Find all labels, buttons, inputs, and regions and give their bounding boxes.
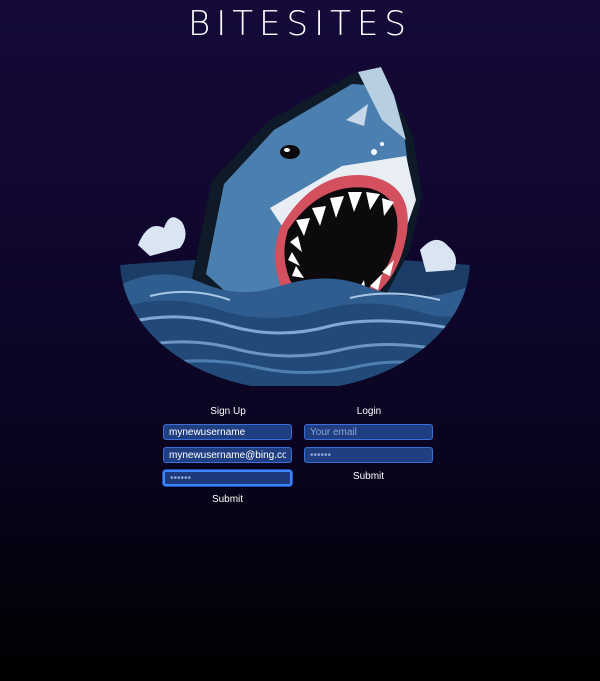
login-password-input[interactable]: [304, 447, 433, 463]
login-form: Login Submit: [304, 405, 434, 484]
shark-illustration-icon: [120, 66, 470, 386]
login-heading: Login: [356, 406, 382, 417]
signup-password-input[interactable]: [163, 470, 292, 486]
signup-username-input[interactable]: [163, 424, 292, 440]
signup-submit-button[interactable]: Submit: [163, 493, 292, 507]
hero-illustration: [120, 60, 470, 386]
login-submit-button[interactable]: Submit: [304, 470, 433, 484]
signup-heading: Sign Up: [210, 406, 246, 417]
site-title: BITESITES: [188, 4, 412, 44]
signup-form: Sign Up Submit: [163, 405, 293, 507]
signup-email-input[interactable]: [163, 447, 292, 463]
login-email-input[interactable]: [304, 424, 433, 440]
